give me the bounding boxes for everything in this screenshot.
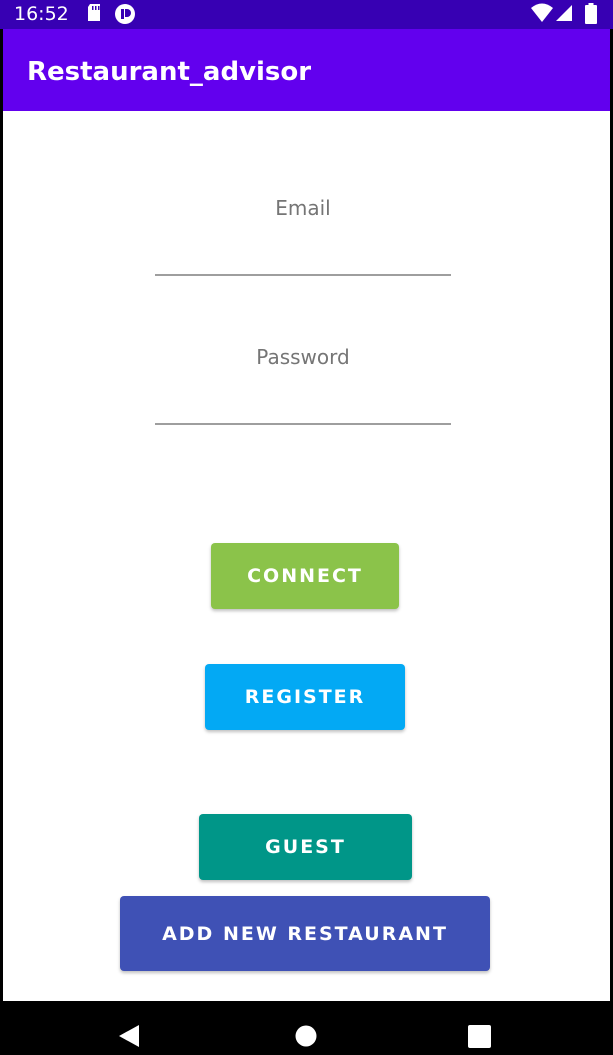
connect-button[interactable]: CONNECT xyxy=(211,543,399,609)
guest-button[interactable]: GUEST xyxy=(199,814,412,880)
email-placeholder: Email xyxy=(275,196,331,220)
login-form: Email Password CONNECT REGISTER GUEST AD… xyxy=(3,111,610,1001)
register-button[interactable]: REGISTER xyxy=(205,664,405,730)
email-underline xyxy=(155,274,451,276)
email-field[interactable]: Email xyxy=(155,191,451,276)
sd-card-icon xyxy=(86,3,102,27)
recents-icon[interactable] xyxy=(468,1025,491,1053)
password-underline xyxy=(155,423,451,425)
battery-icon xyxy=(585,3,597,29)
status-bar: 16:52 xyxy=(0,0,613,29)
password-field[interactable]: Password xyxy=(155,340,451,425)
navigation-bar xyxy=(0,1001,613,1055)
add-new-restaurant-button[interactable]: ADD NEW RESTAURANT xyxy=(120,896,490,971)
back-icon[interactable] xyxy=(118,1024,140,1053)
app-title: Restaurant_advisor xyxy=(27,57,312,87)
password-placeholder: Password xyxy=(256,345,350,369)
app-notification-icon xyxy=(114,3,136,30)
status-time: 16:52 xyxy=(14,3,69,25)
wifi-icon xyxy=(531,3,553,28)
app-bar: Restaurant_advisor xyxy=(3,29,610,111)
home-icon[interactable] xyxy=(295,1025,317,1052)
cell-signal-icon xyxy=(555,3,573,28)
